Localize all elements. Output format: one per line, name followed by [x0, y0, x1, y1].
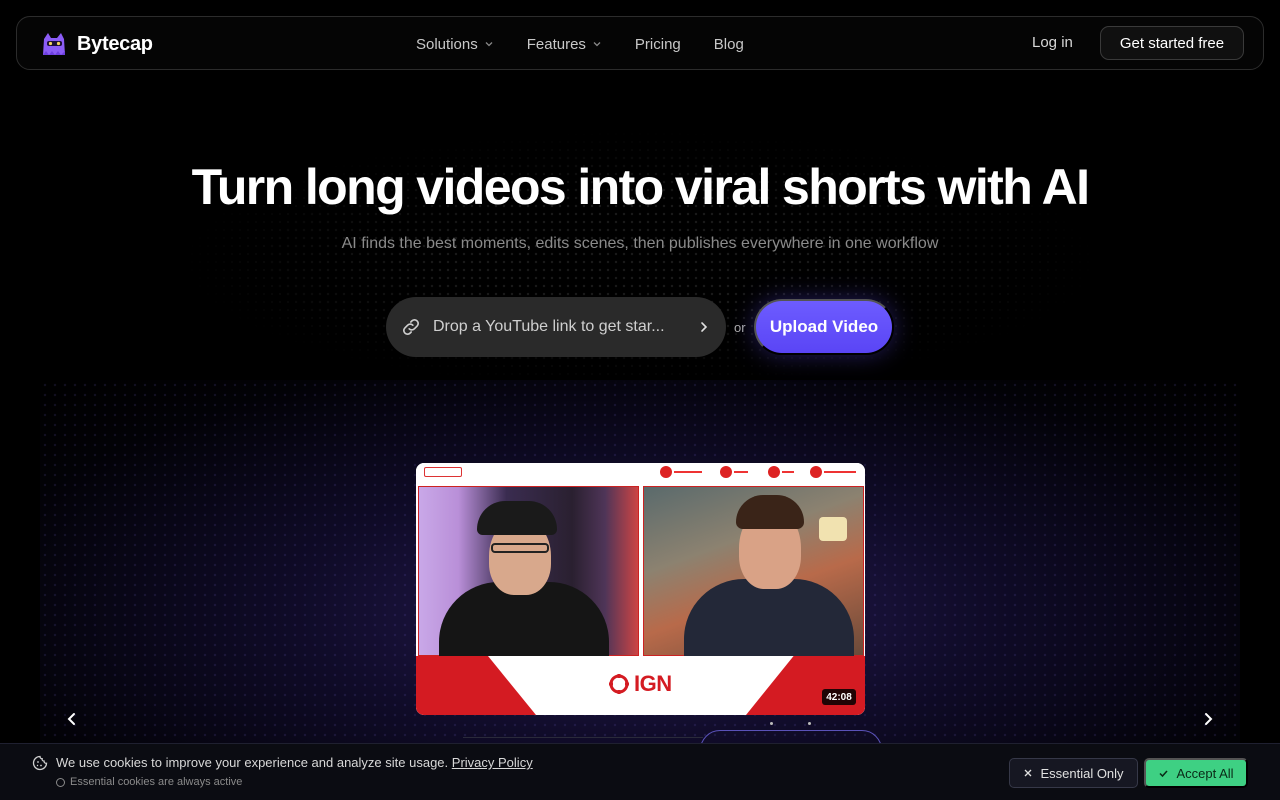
social-line	[824, 471, 856, 473]
nav-label: Features	[526, 35, 586, 53]
video-panel-host	[418, 486, 639, 662]
essential-only-button[interactable]: Essential Only	[1009, 758, 1138, 788]
brand-name: Bytecap	[77, 32, 153, 55]
lamp	[819, 517, 847, 541]
cookie-note-text: Essential cookies are always active	[70, 776, 243, 788]
nav-solutions[interactable]: Solutions	[416, 36, 494, 53]
nav-pricing[interactable]: Pricing	[635, 36, 681, 53]
chevron-right-icon[interactable]	[697, 320, 711, 334]
host-glasses	[491, 543, 549, 553]
nav-features[interactable]: Features	[527, 36, 602, 53]
brand-logo[interactable]: Bytecap	[39, 29, 153, 59]
login-link[interactable]: Log in	[1032, 34, 1073, 51]
chevron-left-icon[interactable]	[63, 710, 81, 728]
get-started-button[interactable]: Get started free	[1100, 26, 1244, 60]
social-line	[782, 471, 794, 473]
hero-title: Turn long videos into viral shorts with …	[191, 159, 1090, 215]
ign-emblem-icon	[609, 674, 629, 694]
cookie-message: We use cookies to improve your experienc…	[56, 755, 449, 770]
stream-tag	[424, 467, 462, 477]
accept-all-label: Accept All	[1176, 765, 1234, 781]
video-panel-guest	[643, 486, 864, 659]
main-nav: Solutions Features Pricing Blog	[416, 17, 777, 71]
youtube-link-input[interactable]	[433, 313, 695, 341]
chevron-down-icon	[593, 42, 601, 47]
cookie-banner: We use cookies to improve your experienc…	[0, 743, 1280, 800]
info-ring-icon	[56, 777, 65, 787]
or-separator: or	[734, 320, 746, 335]
nav-label: Pricing	[634, 35, 681, 53]
cookie-message-row: We use cookies to improve your experienc…	[56, 755, 533, 770]
ign-logo: IGN	[608, 671, 672, 697]
ign-text: IGN	[634, 671, 672, 696]
carousel-divider	[463, 737, 703, 738]
guest-hair	[736, 495, 804, 529]
check-icon	[1159, 769, 1169, 777]
guest-body	[684, 579, 854, 659]
social-line	[674, 471, 702, 473]
nav-blog[interactable]: Blog	[714, 36, 744, 53]
bytecap-mascot-icon	[43, 33, 65, 55]
social-dot	[810, 466, 822, 478]
chevron-down-icon	[485, 42, 493, 47]
nav-label: Solutions	[416, 35, 478, 53]
social-dot	[660, 466, 672, 478]
social-line	[734, 471, 748, 473]
social-dot	[720, 466, 732, 478]
video-duration-badge: 42:08	[822, 689, 856, 705]
hero-subtitle: AI finds the best moments, edits scenes,…	[341, 235, 939, 252]
chevron-right-icon[interactable]	[1199, 710, 1217, 728]
essential-only-label: Essential Only	[1040, 765, 1124, 781]
nav-label: Blog	[713, 35, 744, 53]
video-preview-card[interactable]: IGN 42:08	[416, 463, 865, 715]
cookie-note: Essential cookies are always active	[56, 776, 242, 788]
accept-all-button[interactable]: Accept All	[1144, 758, 1248, 788]
carousel-dot[interactable]	[808, 722, 811, 725]
cookie-icon	[32, 755, 48, 771]
upload-video-button[interactable]: Upload Video	[754, 299, 894, 355]
close-icon	[1024, 769, 1032, 777]
top-navbar: Bytecap Solutions Features Pricing Blog …	[16, 16, 1264, 70]
youtube-link-field[interactable]	[386, 297, 726, 357]
stream-overlay-topbar	[416, 463, 865, 485]
link-icon	[403, 319, 419, 335]
social-dot	[768, 466, 780, 478]
privacy-policy-link[interactable]: Privacy Policy	[452, 755, 533, 770]
host-cap	[477, 501, 557, 535]
carousel-dot[interactable]	[770, 722, 773, 725]
